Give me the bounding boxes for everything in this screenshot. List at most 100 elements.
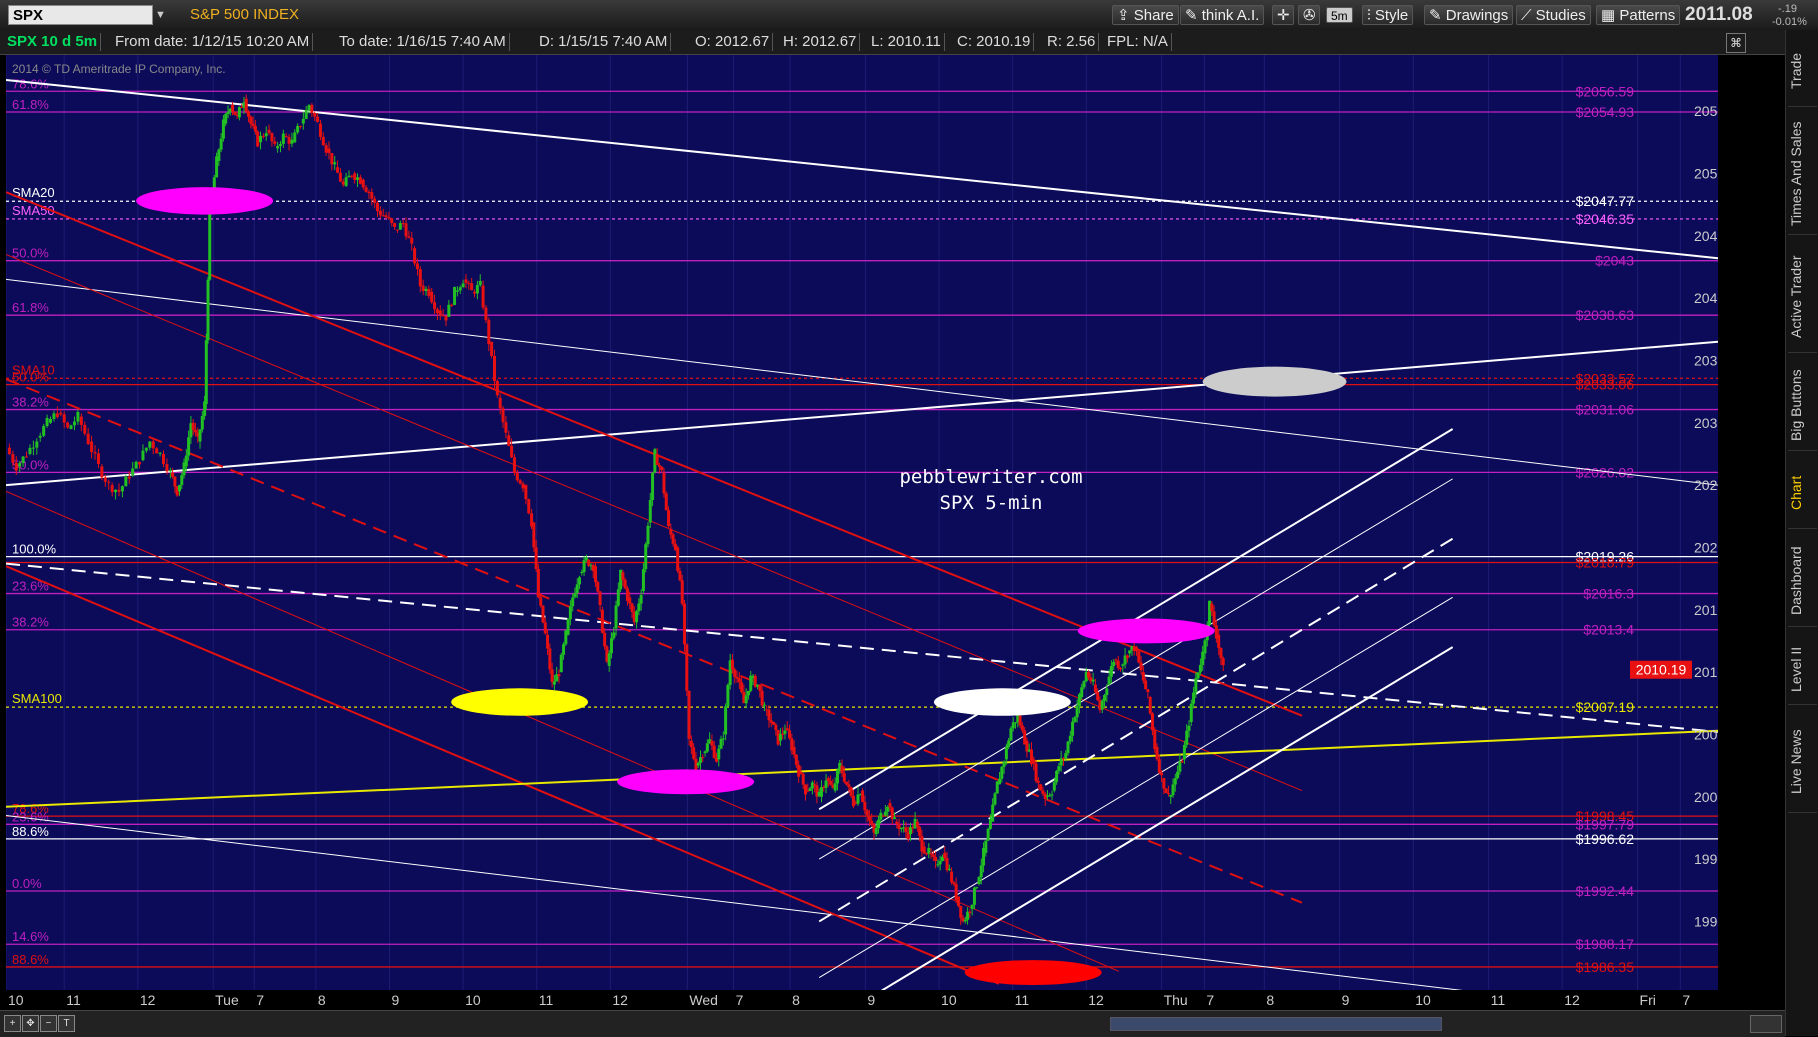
candle-body [1066,741,1070,754]
candle-body [25,456,29,458]
candle-body [609,638,613,654]
symbol-dropdown-icon[interactable]: ▼ [155,6,169,24]
candle-body [655,453,659,466]
candle-body [566,619,570,635]
candle-body [562,644,566,655]
candle-body [244,98,248,112]
candle-body [1059,758,1063,766]
symbol-period[interactable]: SPX 10 d 5m [4,33,102,51]
candle-body [510,445,514,458]
x-tick-label: 10 [1415,992,1431,1008]
candle-body [950,871,954,883]
y-tick-label: 2000 [1694,789,1718,805]
wrench-icon[interactable]: ✇ [1298,5,1320,25]
side-tab-chart[interactable]: Chart [1788,458,1817,529]
candle-body [249,116,253,124]
candle-body [231,104,235,112]
y-tick-label: 2045 [1694,228,1718,244]
candle-body [1217,634,1221,648]
side-tab-dashboard[interactable]: Dashboard [1788,536,1817,627]
candle-body [155,448,159,454]
side-tab-trade[interactable]: Trade [1788,36,1817,107]
studies-button[interactable]: ⟋ Studies [1516,5,1591,25]
candle-body [247,111,251,117]
candle-body [473,291,477,294]
zoom-in-icon[interactable]: + [4,1015,21,1032]
candle-body [418,269,422,287]
candle-body [1039,784,1043,791]
candle-body [1198,664,1202,673]
time-scrollbar[interactable] [1110,1017,1442,1031]
x-tick-label: 12 [140,992,156,1008]
text-tool-icon[interactable]: T [58,1015,75,1032]
symbol-input[interactable]: SPX [8,5,153,25]
candle-body [1144,680,1148,690]
think-ai-button[interactable]: ✎ think A.I. [1180,5,1265,25]
candle-body [867,815,871,821]
interval-badge[interactable]: 5m [1326,7,1353,23]
candle-body [395,229,399,231]
chat-icon: ✎ [1185,7,1202,24]
candle-body [886,806,890,812]
candle-body [251,123,255,126]
side-tab-times-and-sales[interactable]: Times And Sales [1788,114,1817,235]
x-tick-label: 9 [867,992,875,1008]
candle-body [696,762,700,766]
candle-body [151,441,155,449]
candle-body [93,452,97,454]
pan-icon[interactable]: ✥ [22,1015,39,1032]
candle-body [290,139,294,144]
candle-body [1194,678,1198,693]
side-tab-level-ii[interactable]: Level II [1788,634,1817,705]
candle-body [829,780,833,785]
side-tab-big-buttons[interactable]: Big Buttons [1788,360,1817,451]
candle-body [344,177,348,186]
candle-body [669,528,673,535]
candle-body [441,315,445,317]
x-axis: 10 11 12 Tue 7 8 9 10 11 12 Wed 7 8 9 10 11 12 Thu 7 8 9 10 11… [6,990,1718,1010]
candle-body [253,125,257,132]
candle-body [96,453,100,464]
candle-body [14,462,18,471]
candle-body [721,738,725,740]
zoom-out-icon[interactable]: − [40,1015,57,1032]
range-value: R: 2.56 [1044,33,1100,51]
candle-body [191,422,195,430]
patterns-button[interactable]: ▦ Patterns [1596,5,1681,25]
candle-body [83,424,87,434]
candle-body [204,340,208,405]
side-tab-live-news[interactable]: Live News [1788,712,1817,813]
candle-body [1166,792,1170,795]
candle-body [1050,794,1054,796]
level-right-label: $2026.02 [1576,464,1635,480]
candle-body [1100,700,1104,710]
candle-body [883,811,887,816]
candle-body [1203,640,1207,654]
style-button[interactable]: ⫶ Style [1362,5,1414,25]
candle-body [637,603,641,612]
candle-body [114,489,118,493]
last-price-tag: 2010.19 [1630,660,1692,679]
share-button[interactable]: ⇪ Share [1112,5,1179,25]
studies-icon: ⟋ [1521,7,1536,24]
price-chart[interactable]: 78.6% $2056.5961.8% $2054.9350.0% $204361.8… [6,55,1718,990]
y-tick-label: 2050 [1694,165,1718,181]
candle-body [1180,761,1184,763]
candle-body [998,778,1002,785]
chart-settings-icon[interactable]: ⌘ [1726,33,1746,53]
share-label: Share [1133,7,1174,24]
candle-body [384,215,388,218]
candle-body [69,425,73,429]
candle-body [31,447,35,449]
expand-icon[interactable] [1750,1015,1782,1033]
candle-body [1004,746,1008,760]
crosshair-icon[interactable]: ✛ [1272,5,1294,25]
candle-body [381,215,385,217]
candle-body [730,659,734,670]
candle-body [264,133,268,137]
candle-body [819,786,823,797]
side-tab-active-trader[interactable]: Active Trader [1788,242,1817,353]
candle-body [1009,728,1013,741]
drawings-button[interactable]: ✎ Drawings [1424,5,1514,25]
candle-body [614,605,618,629]
